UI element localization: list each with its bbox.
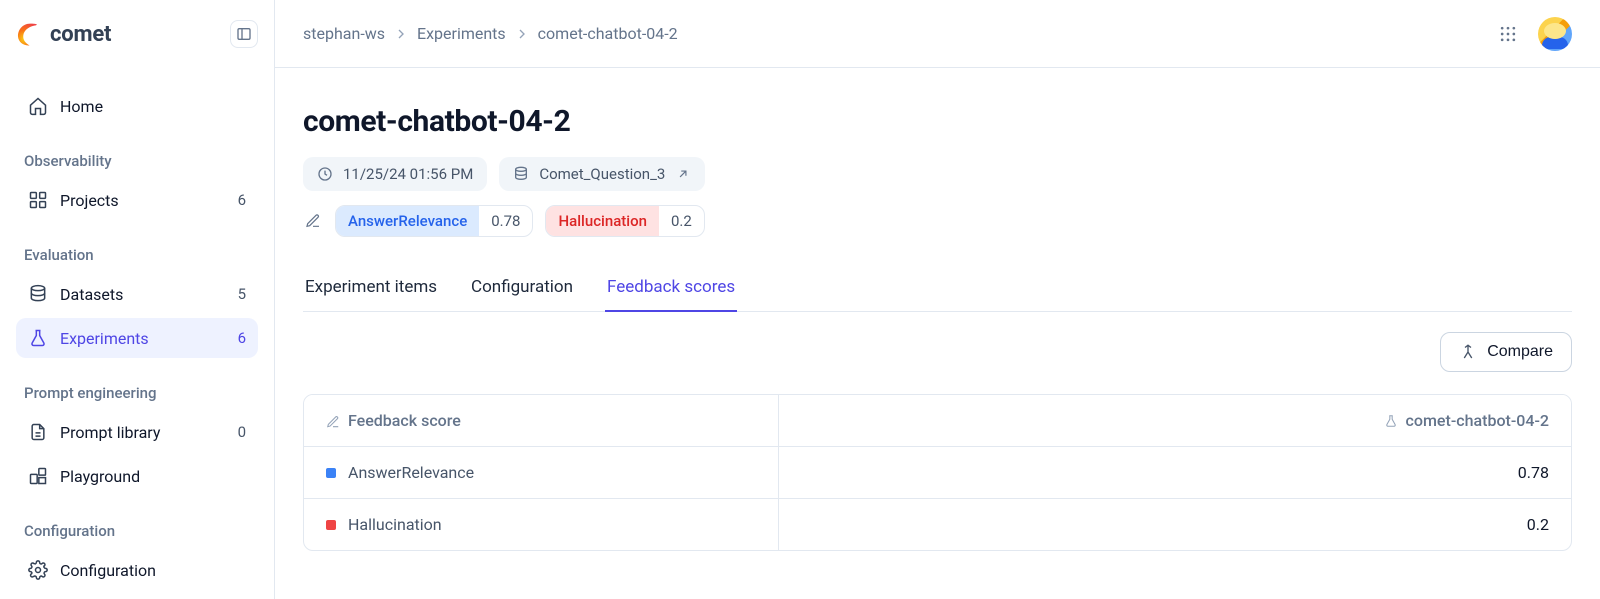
sidebar: comet Home Observability: [0, 0, 275, 599]
tab-feedback-scores[interactable]: Feedback scores: [605, 265, 737, 311]
flask-icon: [1384, 414, 1398, 428]
feedback-table: Feedback score comet-chatbot-04-2 Answer…: [303, 394, 1572, 551]
tab-experiment-items[interactable]: Experiment items: [303, 265, 439, 311]
nav-count: 0: [238, 423, 246, 441]
sidebar-item-datasets[interactable]: Datasets 5: [16, 274, 258, 314]
actions-row: Compare: [303, 332, 1572, 372]
file-text-icon: [28, 422, 48, 442]
main: stephan-ws Experiments comet-chatbot-04-…: [275, 0, 1600, 599]
panel-collapse-icon: [236, 26, 252, 42]
tag-value: 0.2: [659, 206, 704, 236]
chevron-right-icon: [393, 26, 409, 42]
sidebar-item-prompt-library[interactable]: Prompt library 0: [16, 412, 258, 452]
sidebar-collapse-button[interactable]: [230, 20, 258, 48]
grid-icon: [28, 190, 48, 210]
td-feedback-name: AnswerRelevance: [304, 447, 779, 498]
sidebar-section-prompt-eng: Prompt engineering: [16, 384, 258, 402]
clock-icon: [317, 166, 333, 182]
sidebar-section-configuration: Configuration: [16, 522, 258, 540]
nav-count: 5: [238, 285, 246, 303]
table-row: AnswerRelevance 0.78: [304, 446, 1571, 498]
home-icon: [28, 96, 48, 116]
score-tag-hallucination: Hallucination 0.2: [545, 205, 704, 237]
brand-logo-link[interactable]: comet: [16, 21, 111, 47]
sidebar-item-experiments[interactable]: Experiments 6: [16, 318, 258, 358]
td-name-text: AnswerRelevance: [348, 463, 474, 482]
pencil-icon: [326, 415, 340, 429]
meta-row: 11/25/24 01:56 PM Comet_Question_3: [303, 157, 1572, 191]
tabs: Experiment items Configuration Feedback …: [303, 265, 1572, 312]
dataset-chip[interactable]: Comet_Question_3: [499, 157, 705, 191]
nav-label: Datasets: [60, 285, 226, 304]
th-label: Feedback score: [348, 411, 461, 430]
sidebar-item-playground[interactable]: Playground: [16, 456, 258, 496]
sidebar-section-observability: Observability: [16, 152, 258, 170]
pencil-icon: [305, 213, 321, 229]
sidebar-item-configuration[interactable]: Configuration: [16, 550, 258, 590]
compare-label: Compare: [1487, 343, 1553, 361]
td-name-text: Hallucination: [348, 515, 442, 534]
sidebar-section-evaluation: Evaluation: [16, 246, 258, 264]
table-header-row: Feedback score comet-chatbot-04-2: [304, 395, 1571, 446]
blocks-icon: [28, 466, 48, 486]
page-title: comet-chatbot-04-2: [303, 104, 1572, 139]
datetime-chip: 11/25/24 01:56 PM: [303, 157, 487, 191]
database-icon: [513, 166, 529, 182]
sidebar-item-projects[interactable]: Projects 6: [16, 180, 258, 220]
edit-tags-button[interactable]: [303, 211, 323, 231]
td-feedback-name: Hallucination: [304, 499, 779, 550]
chevron-right-icon: [514, 26, 530, 42]
compare-icon: [1459, 343, 1477, 361]
nav-label: Projects: [60, 191, 226, 210]
comet-logo-icon: [16, 21, 42, 47]
nav-count: 6: [238, 329, 246, 347]
nav-label: Home: [60, 97, 246, 116]
sidebar-header: comet: [16, 0, 258, 68]
topbar: stephan-ws Experiments comet-chatbot-04-…: [275, 0, 1600, 68]
th-label: comet-chatbot-04-2: [1406, 411, 1549, 430]
score-tags-row: AnswerRelevance 0.78 Hallucination 0.2: [303, 205, 1572, 237]
table-row: Hallucination 0.2: [304, 498, 1571, 550]
user-avatar[interactable]: [1538, 17, 1572, 51]
page-content: comet-chatbot-04-2 11/25/24 01:56 PM C: [275, 68, 1600, 599]
flask-icon: [28, 328, 48, 348]
database-icon: [28, 284, 48, 304]
nav-label: Playground: [60, 467, 246, 486]
breadcrumb-current: comet-chatbot-04-2: [538, 24, 678, 43]
score-tag-answer-relevance: AnswerRelevance 0.78: [335, 205, 533, 237]
breadcrumb-experiments[interactable]: Experiments: [417, 24, 506, 43]
td-feedback-value: 0.2: [779, 499, 1571, 550]
gear-icon: [28, 560, 48, 580]
tag-value: 0.78: [479, 206, 532, 236]
brand-name: comet: [50, 22, 111, 47]
tab-configuration[interactable]: Configuration: [469, 265, 575, 311]
td-feedback-value: 0.78: [779, 447, 1571, 498]
compare-button[interactable]: Compare: [1440, 332, 1572, 372]
dataset-text: Comet_Question_3: [539, 165, 665, 183]
datetime-text: 11/25/24 01:56 PM: [343, 165, 473, 183]
sidebar-item-home[interactable]: Home: [16, 86, 258, 126]
apps-menu-button[interactable]: [1490, 16, 1526, 52]
nav-label: Experiments: [60, 329, 226, 348]
th-experiment-col: comet-chatbot-04-2: [779, 395, 1571, 446]
nav-label: Configuration: [60, 561, 246, 580]
sidebar-nav: Home Observability Projects 6 Evaluation…: [16, 86, 258, 590]
th-feedback-score: Feedback score: [304, 395, 779, 446]
tag-name: Hallucination: [546, 206, 658, 236]
series-dot-icon: [326, 468, 336, 478]
breadcrumb-workspace[interactable]: stephan-ws: [303, 24, 385, 43]
tag-name: AnswerRelevance: [336, 206, 479, 236]
nav-label: Prompt library: [60, 423, 226, 442]
apps-grid-icon: [1498, 24, 1518, 44]
series-dot-icon: [326, 520, 336, 530]
breadcrumb: stephan-ws Experiments comet-chatbot-04-…: [303, 24, 678, 43]
nav-count: 6: [238, 191, 246, 209]
external-link-icon: [675, 166, 691, 182]
